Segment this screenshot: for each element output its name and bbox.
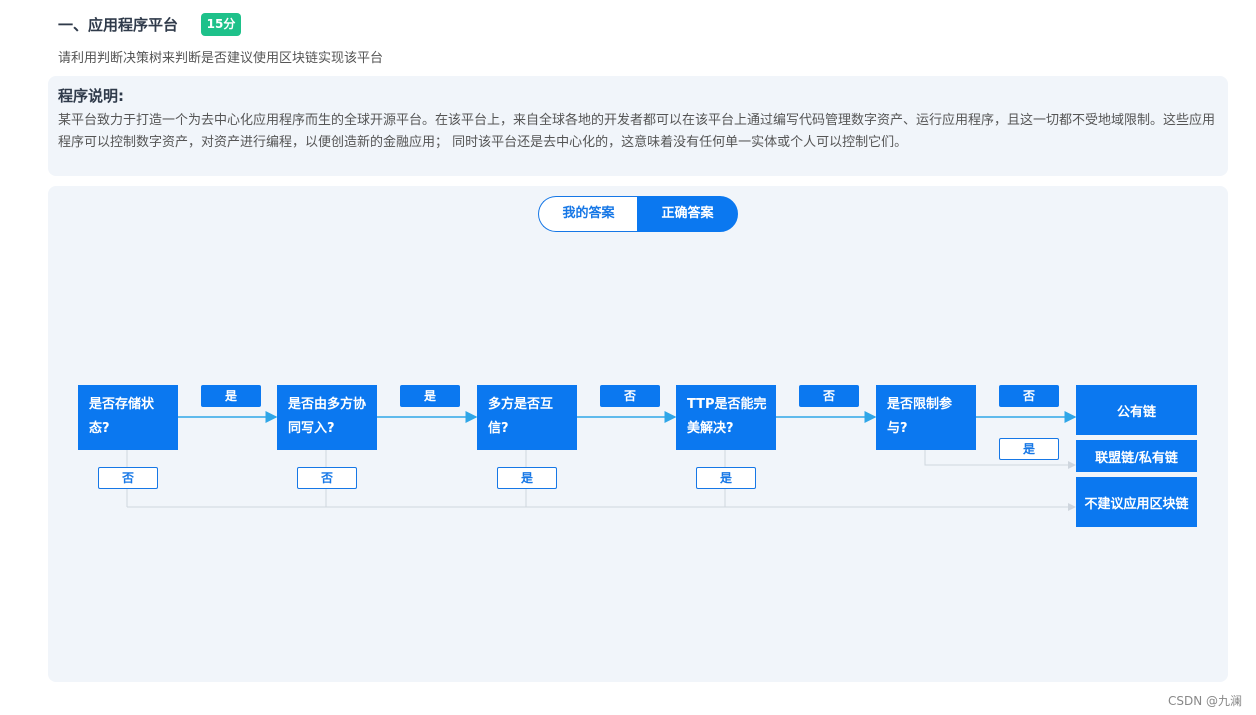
decision-node-multi-writer: 是否由多方协同写入?	[277, 385, 377, 450]
decision-node-stores-state: 是否存储状态?	[78, 385, 178, 450]
result-public-chain: 公有链	[1076, 385, 1197, 435]
edge-label-q2-q3: 是	[400, 385, 460, 407]
edge-label-q4-down: 是	[696, 467, 756, 489]
edge-label-q5-public: 否	[999, 385, 1059, 407]
result-not-recommended: 不建议应用区块链	[1076, 477, 1197, 527]
tab-correct-answer[interactable]: 正确答案	[637, 196, 738, 232]
edge-label-q2-down: 否	[297, 467, 357, 489]
answer-tabs: 我的答案 正确答案	[538, 196, 738, 232]
edge-label-q4-q5: 否	[799, 385, 859, 407]
edge-label-q3-q4: 否	[600, 385, 660, 407]
decision-node-ttp: TTP是否能完美解决?	[676, 385, 776, 450]
edge-label-q1-q2: 是	[201, 385, 261, 407]
description-body: 某平台致力于打造一个为去中心化应用程序而生的全球开源平台。在该平台上，来自全球各…	[58, 113, 1216, 150]
decision-node-mutual-trust: 多方是否互信?	[477, 385, 577, 450]
edge-label-q5-consortium: 是	[999, 438, 1059, 460]
description-title: 程序说明:	[58, 87, 124, 105]
watermark: CSDN @九澜	[1167, 694, 1242, 708]
answer-panel	[48, 186, 1228, 682]
result-consortium-chain: 联盟链/私有链	[1076, 440, 1197, 472]
decision-node-restrict-participation: 是否限制参与?	[876, 385, 976, 450]
question-title: 一、应用程序平台	[58, 16, 179, 34]
edge-label-q3-down: 是	[497, 467, 557, 489]
question-instruction: 请利用判断决策树来判断是否建议使用区块链实现该平台	[58, 51, 384, 66]
description-card: 程序说明: 某平台致力于打造一个为去中心化应用程序而生的全球开源平台。在该平台上…	[48, 76, 1228, 176]
score-badge: 15分	[201, 13, 241, 36]
tab-my-answer[interactable]: 我的答案	[538, 196, 638, 232]
edge-label-q1-down: 否	[98, 467, 158, 489]
